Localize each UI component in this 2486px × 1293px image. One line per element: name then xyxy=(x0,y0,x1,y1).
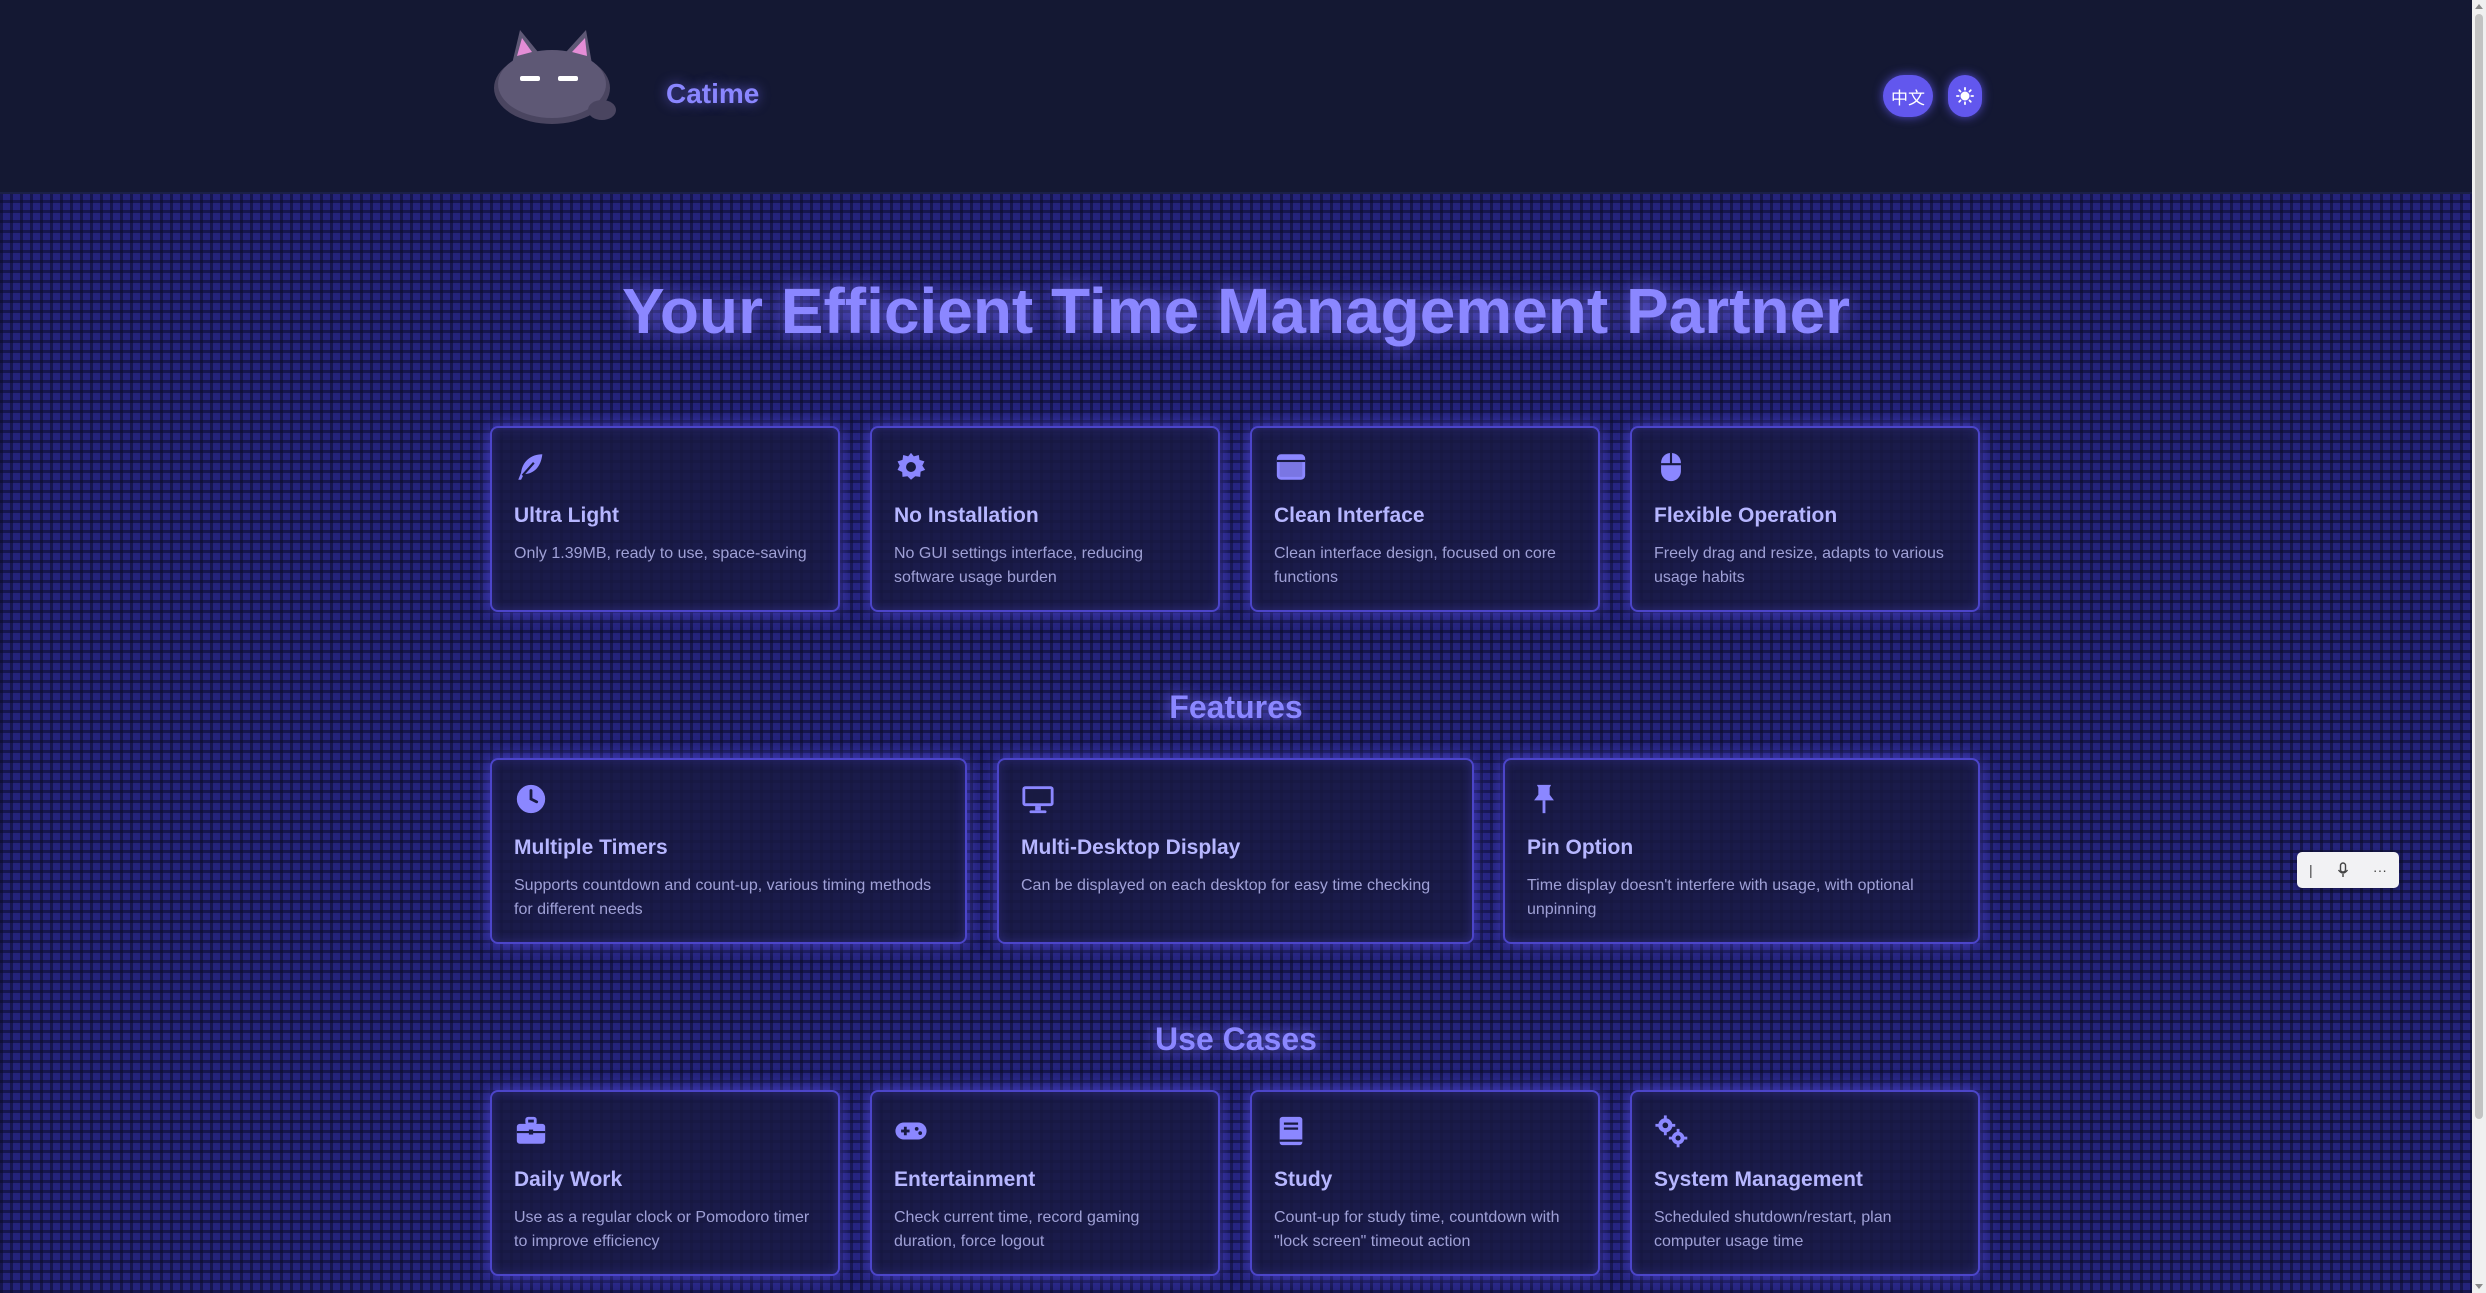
vertical-scrollbar[interactable] xyxy=(2472,0,2486,1293)
card-title: Entertainment xyxy=(894,1168,1036,1191)
site-header: Catime 中文 xyxy=(0,0,2472,194)
card-description: Count-up for study time, countdown with … xyxy=(1274,1209,1560,1250)
highlight-card: No Installation No GUI settings interfac… xyxy=(870,426,1220,612)
window-icon xyxy=(1276,454,1306,480)
more-icon[interactable]: ··· xyxy=(2373,862,2387,878)
card-title: Clean Interface xyxy=(1274,504,1425,527)
use-case-card: Study Count-up for study time, countdown… xyxy=(1250,1090,1600,1276)
card-description: Clean interface design, focused on core … xyxy=(1274,545,1556,586)
floating-toolbar: | ··· xyxy=(2297,852,2399,888)
card-title: Multiple Timers xyxy=(514,836,668,859)
highlight-card: Flexible Operation Freely drag and resiz… xyxy=(1630,426,1980,612)
card-description: Freely drag and resize, adapts to variou… xyxy=(1654,545,1944,586)
scroll-down-arrow-icon[interactable] xyxy=(2475,1284,2483,1289)
use-case-card: Entertainment Check current time, record… xyxy=(870,1090,1220,1276)
card-title: No Installation xyxy=(894,504,1039,527)
card-description: Use as a regular clock or Pomodoro timer… xyxy=(514,1209,810,1250)
mouse-icon xyxy=(1661,452,1681,482)
book-icon xyxy=(1279,1116,1303,1146)
gear-icon xyxy=(897,452,926,480)
card-title: Flexible Operation xyxy=(1654,504,1838,527)
card-description: Can be displayed on each desktop for eas… xyxy=(1021,877,1431,894)
card-title: Ultra Light xyxy=(514,504,619,527)
scroll-up-arrow-icon[interactable] xyxy=(2475,4,2483,9)
card-title: Study xyxy=(1274,1168,1333,1191)
theme-toggle-button[interactable] xyxy=(1948,75,1982,117)
brand-name[interactable]: Catime xyxy=(666,78,759,110)
card-description: No GUI settings interface, reducing soft… xyxy=(894,545,1144,586)
feature-card: Multi-Desktop Display Can be displayed o… xyxy=(997,758,1474,944)
gears-icon xyxy=(1655,1115,1688,1148)
cursor-icon[interactable]: | xyxy=(2309,862,2313,878)
card-description: Only 1.39MB, ready to use, space-saving xyxy=(514,545,807,562)
gamepad-icon xyxy=(895,1122,927,1140)
card-title: Pin Option xyxy=(1527,836,1634,859)
briefcase-icon xyxy=(516,1116,546,1144)
card-description: Check current time, record gaming durati… xyxy=(894,1209,1140,1250)
desktop-icon xyxy=(1022,786,1054,814)
main-content xyxy=(0,194,2472,1293)
card-title: Daily Work xyxy=(514,1168,623,1191)
microphone-icon[interactable] xyxy=(2337,862,2349,878)
feather-icon xyxy=(518,454,543,480)
page: Catime 中文 Your Efficient Time Management… xyxy=(0,0,2486,1293)
card-description: Supports countdown and count-up, various… xyxy=(514,877,932,918)
card-title: Multi-Desktop Display xyxy=(1021,836,1241,859)
cat-logo-icon[interactable] xyxy=(490,26,620,126)
features-heading: Features xyxy=(1169,689,1303,725)
highlight-card: Ultra Light Only 1.39MB, ready to use, s… xyxy=(490,426,840,612)
highlight-card: Clean Interface Clean interface design, … xyxy=(1250,426,1600,612)
hero-title: Your Efficient Time Management Partner xyxy=(621,275,1851,347)
use-case-card: System Management Scheduled shutdown/res… xyxy=(1630,1090,1980,1276)
card-description: Scheduled shutdown/restart, plan compute… xyxy=(1654,1209,1892,1250)
sun-icon xyxy=(1956,87,1974,105)
pin-icon xyxy=(1534,784,1554,814)
clock-icon xyxy=(516,784,546,814)
card-title: System Management xyxy=(1654,1168,1863,1191)
feature-card: Multiple Timers Supports countdown and c… xyxy=(490,758,967,944)
scroll-thumb[interactable] xyxy=(2475,14,2483,1119)
language-toggle-button[interactable]: 中文 xyxy=(1883,75,1933,117)
feature-card: Pin Option Time display doesn't interfer… xyxy=(1503,758,1980,944)
use-cases-heading: Use Cases xyxy=(1155,1021,1317,1057)
use-case-card: Daily Work Use as a regular clock or Pom… xyxy=(490,1090,840,1276)
card-description: Time display doesn't interfere with usag… xyxy=(1527,877,1914,918)
